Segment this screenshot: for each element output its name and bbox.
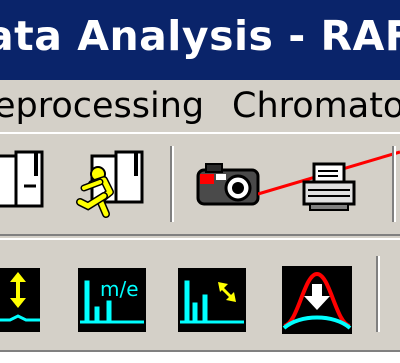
toolbar-separator-2	[392, 146, 396, 222]
peak-range-button[interactable]	[0, 268, 40, 332]
toolbar-separator-3	[376, 256, 380, 332]
menu-bar: eprocessing Chromatog	[0, 80, 400, 134]
run-method-icon	[76, 150, 144, 218]
print-button[interactable]	[300, 162, 360, 212]
svg-text:m/e: m/e	[100, 277, 139, 301]
open-book-icon	[0, 150, 44, 208]
printer-icon	[302, 162, 356, 211]
main-toolbar	[0, 134, 400, 236]
peak-integrate-button[interactable]	[282, 266, 352, 334]
run-method-button[interactable]	[70, 144, 150, 224]
mass-spectrum-button[interactable]: m/e	[78, 268, 146, 332]
toolbar-separator	[170, 146, 174, 222]
title-bar: ata Analysis - RAFAL.M	[0, 0, 400, 80]
chromatogram-toolbar: m/e	[0, 238, 400, 350]
camera-icon	[196, 163, 260, 206]
peak-range-icon	[0, 268, 40, 332]
camera-button[interactable]	[192, 160, 264, 210]
workspace-edge	[0, 350, 400, 363]
peak-integrate-icon	[282, 266, 352, 334]
menu-preprocessing[interactable]: eprocessing	[0, 86, 204, 126]
chromatogram-zoom-icon	[178, 268, 246, 332]
open-book-button[interactable]	[0, 146, 52, 216]
chromatogram-zoom-button[interactable]	[178, 268, 246, 332]
mass-spectrum-icon: m/e	[78, 268, 146, 332]
window-title: ata Analysis - RAFAL.M	[0, 12, 400, 60]
menu-chromatogram[interactable]: Chromatog	[232, 86, 400, 126]
